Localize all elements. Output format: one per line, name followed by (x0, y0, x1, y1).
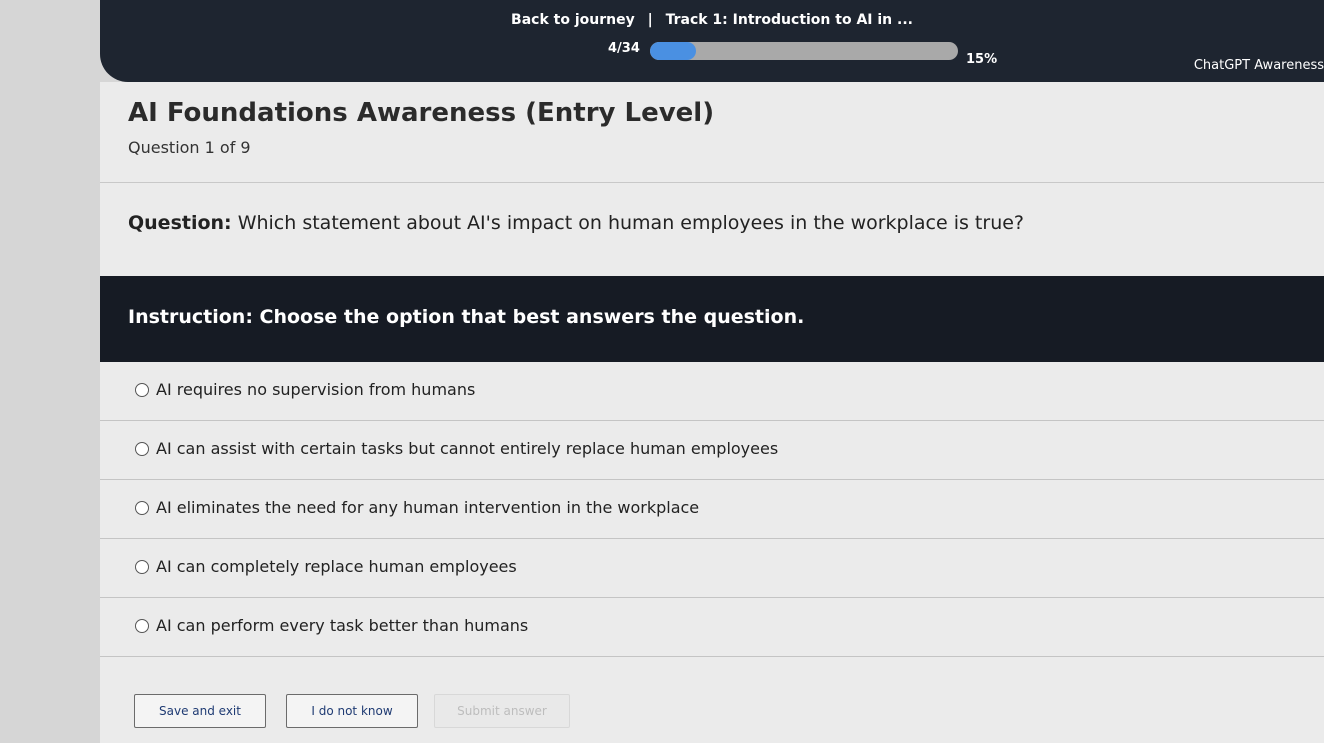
radio-button-icon[interactable] (135, 501, 149, 515)
question: Question: Which statement about AI's imp… (128, 212, 1024, 234)
question-text: Which statement about AI's impact on hum… (237, 212, 1025, 234)
answer-option-label: AI eliminates the need for any human int… (156, 498, 700, 517)
answer-option-label: AI can assist with certain tasks but can… (156, 439, 779, 458)
i-do-not-know-button[interactable]: I do not know (286, 694, 418, 728)
question-counter: Question 1 of 9 (128, 138, 251, 157)
course-name: ChatGPT Awareness (1193, 58, 1324, 73)
answer-option[interactable]: AI can assist with certain tasks but can… (100, 421, 1324, 480)
back-to-journey-link[interactable]: Back to journey (511, 12, 635, 28)
progress-percent: 15% (966, 52, 998, 67)
radio-button-icon[interactable] (135, 560, 149, 574)
breadcrumb-separator: | (647, 12, 653, 28)
question-label: Question: (128, 212, 232, 234)
answer-option-label: AI requires no supervision from humans (156, 380, 476, 399)
instruction-text: Instruction: Choose the option that best… (128, 306, 805, 328)
progress-bar (650, 42, 958, 60)
journey-breadcrumb: Back to journey | Track 1: Introduction … (100, 12, 1324, 28)
answer-option[interactable]: AI requires no supervision from humans (100, 362, 1324, 421)
step-counter: 4/34 (608, 41, 640, 56)
answer-option[interactable]: AI can perform every task better than hu… (100, 598, 1324, 657)
quiz-card: AI Foundations Awareness (Entry Level) Q… (100, 82, 1324, 743)
radio-button-icon[interactable] (135, 442, 149, 456)
progress-bar-fill (650, 42, 697, 60)
top-header: Back to journey | Track 1: Introduction … (100, 0, 1324, 82)
answer-option-label: AI can perform every task better than hu… (156, 616, 529, 635)
track-title: Track 1: Introduction to AI in ... (665, 12, 913, 28)
radio-button-icon[interactable] (135, 619, 149, 633)
answer-option[interactable]: AI can completely replace human employee… (100, 539, 1324, 598)
radio-button-icon[interactable] (135, 383, 149, 397)
submit-answer-button[interactable]: Submit answer (434, 694, 570, 728)
divider (100, 182, 1324, 183)
save-and-exit-button[interactable]: Save and exit (134, 694, 266, 728)
instruction-banner: Instruction: Choose the option that best… (100, 276, 1324, 362)
answer-option-label: AI can completely replace human employee… (156, 557, 517, 576)
answer-option[interactable]: AI eliminates the need for any human int… (100, 480, 1324, 539)
quiz-title: AI Foundations Awareness (Entry Level) (128, 98, 715, 128)
